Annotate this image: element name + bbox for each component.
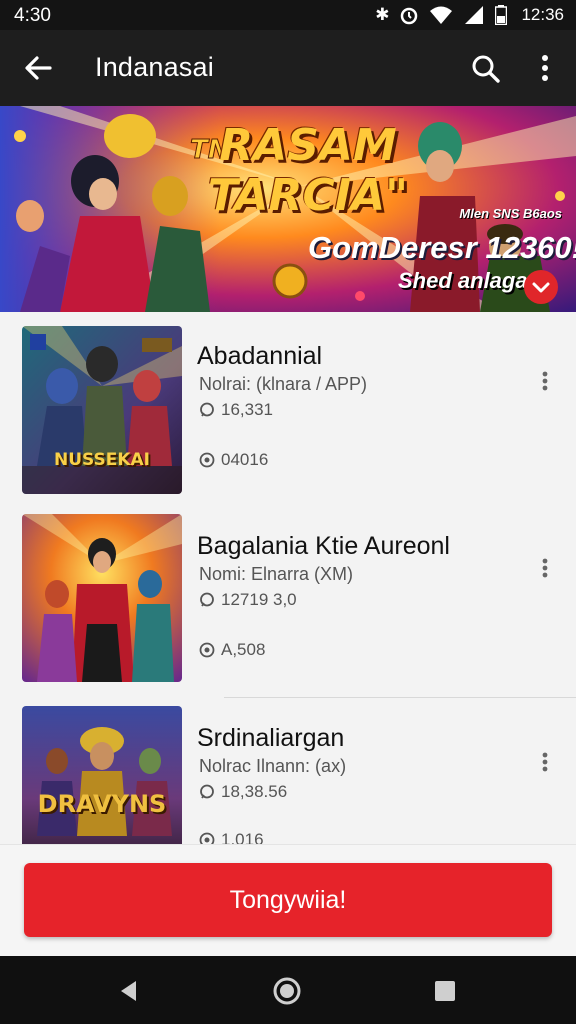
item-meta: Nolrac Ilnann: (ax) bbox=[199, 756, 347, 776]
status-clock: 12:36 bbox=[521, 5, 564, 24]
banner-subtitle: GomDeresr 12360! bbox=[308, 230, 576, 265]
search-icon bbox=[472, 55, 500, 83]
thumbnail-caption: NUSSEKAI bbox=[53, 450, 151, 470]
download-icon bbox=[199, 642, 215, 658]
battery-icon bbox=[495, 5, 508, 25]
more-vertical-icon bbox=[542, 371, 548, 391]
game-list: NUSSEKAI Abadannial Nolrai: (klnara / AP… bbox=[0, 312, 576, 852]
item-stat-value: 16,331 bbox=[221, 400, 273, 419]
item-stat-value: 12719 3,0 bbox=[221, 590, 297, 609]
bluetooth-icon: ✱ bbox=[375, 5, 390, 24]
overflow-menu-button[interactable] bbox=[530, 50, 560, 86]
banner-title-line1: RASAM bbox=[219, 120, 397, 171]
alarm-icon bbox=[401, 7, 418, 25]
comment-icon bbox=[200, 784, 214, 799]
status-bar: 4:30 ✱ 12:36 bbox=[0, 0, 576, 30]
back-button[interactable] bbox=[18, 50, 58, 86]
status-time: 4:30 bbox=[14, 5, 51, 26]
status-icons: ✱ 12:36 bbox=[375, 4, 564, 26]
promo-banner[interactable]: TN RASAM TARCIA" Mlen SNS B6aos GomDeres… bbox=[0, 106, 576, 312]
page-title: Indanasai bbox=[95, 52, 214, 82]
nav-home-button[interactable] bbox=[270, 974, 304, 1008]
bottom-action-area: Tongywiia! bbox=[0, 844, 576, 956]
comment-icon bbox=[200, 592, 214, 607]
item-stat-downloads: 04016 bbox=[199, 450, 268, 470]
chevron-down-icon bbox=[532, 282, 550, 293]
item-stat-comments: 12719 3,0 bbox=[199, 590, 297, 610]
item-stat-value: 18,38.56 bbox=[221, 782, 288, 801]
banner-title-line2: TARCIA" bbox=[207, 170, 409, 221]
item-stat-comments: 16,331 bbox=[199, 400, 273, 420]
more-vertical-icon bbox=[542, 558, 548, 578]
item-more-button[interactable] bbox=[534, 367, 556, 397]
list-item[interactable]: NUSSEKAI Abadannial Nolrai: (klnara / AP… bbox=[0, 312, 576, 502]
item-stat-value: 04016 bbox=[221, 450, 269, 469]
list-item[interactable]: DRAVYNS Srdinaliargan Nolrac Ilnann: (ax… bbox=[0, 700, 576, 852]
game-thumbnail: DRAVYNS bbox=[22, 706, 182, 852]
item-title: Abadannial bbox=[197, 342, 323, 370]
item-meta: Nolrai: (klnara / APP) bbox=[199, 374, 368, 394]
game-thumbnail: NUSSEKAI bbox=[22, 326, 182, 494]
game-thumbnail bbox=[22, 514, 182, 682]
banner-cta-text: Shed anlagaa bbox=[398, 268, 540, 293]
item-stat-downloads: A,508 bbox=[199, 640, 265, 660]
primary-cta-button[interactable]: Tongywiia! bbox=[24, 863, 552, 937]
item-title: Bagalania Ktie Aureonl bbox=[197, 532, 450, 560]
signal-icon bbox=[465, 6, 484, 24]
nav-back-button[interactable] bbox=[112, 974, 146, 1008]
search-button[interactable] bbox=[466, 50, 506, 86]
item-more-button[interactable] bbox=[534, 554, 556, 584]
system-nav-bar bbox=[0, 956, 576, 1024]
item-more-button[interactable] bbox=[534, 748, 556, 778]
nav-recents-button[interactable] bbox=[428, 974, 462, 1008]
download-icon bbox=[199, 452, 215, 468]
wifi-icon bbox=[430, 6, 453, 24]
banner-expand-button[interactable] bbox=[524, 270, 558, 304]
item-title: Srdinaliargan bbox=[197, 724, 345, 752]
item-meta: Nomi: Elnarra (XM) bbox=[199, 564, 354, 584]
list-item[interactable]: Bagalania Ktie Aureonl Nomi: Elnarra (XM… bbox=[0, 502, 576, 692]
app-bar: Indanasai bbox=[0, 30, 576, 106]
item-stat-comments: 18,38.56 bbox=[199, 782, 287, 802]
more-vertical-icon bbox=[542, 55, 548, 81]
square-recents-icon bbox=[435, 981, 455, 1001]
triangle-back-icon bbox=[121, 981, 136, 1001]
divider bbox=[224, 697, 576, 698]
banner-tagline: Mlen SNS B6aos bbox=[459, 206, 562, 221]
thumbnail-caption: DRAVYNS bbox=[37, 790, 167, 818]
more-vertical-icon bbox=[542, 752, 548, 772]
comment-icon bbox=[200, 402, 214, 417]
circle-home-icon bbox=[273, 977, 301, 1005]
arrow-left-icon bbox=[25, 56, 52, 80]
item-stat-value: A,508 bbox=[221, 640, 266, 659]
